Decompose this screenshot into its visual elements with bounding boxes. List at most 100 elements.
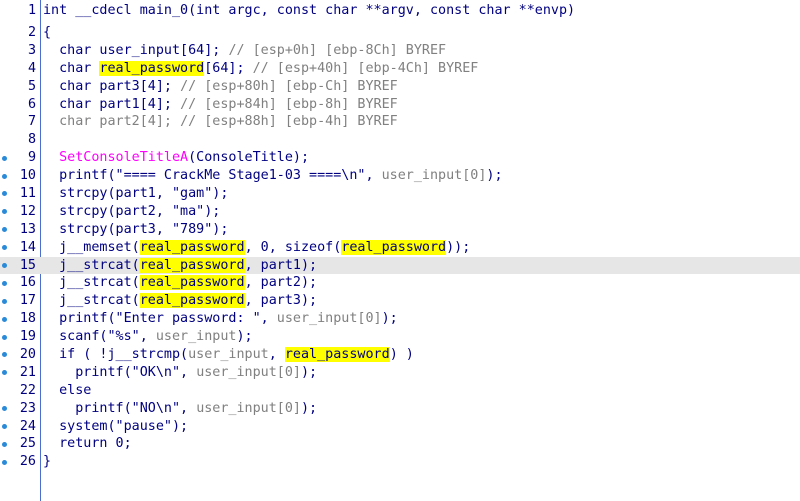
code-text[interactable]: strcpy(part2, "ma"); bbox=[43, 203, 220, 221]
code-token: printf("==== CrackMe Stage1-03 ====\n", bbox=[43, 168, 382, 184]
code-text[interactable]: int __cdecl main_0(int argc, const char … bbox=[43, 0, 575, 22]
code-line[interactable]: 7 char part2[4]; // [esp+88h] [ebp-4h] B… bbox=[0, 113, 800, 131]
line-number: 1 bbox=[27, 3, 36, 18]
code-token: user_input bbox=[188, 347, 269, 363]
code-text[interactable]: char user_input[64]; // [esp+0h] [ebp-8C… bbox=[43, 42, 446, 60]
code-token: , 0, sizeof( bbox=[244, 239, 342, 255]
code-text[interactable]: char part1[4]; // [esp+84h] [ebp-8h] BYR… bbox=[43, 96, 398, 114]
code-line[interactable]: 4 char real_password[64]; // [esp+40h] [… bbox=[0, 60, 800, 78]
code-text[interactable]: strcpy(part3, "789"); bbox=[43, 221, 228, 239]
code-token: ); bbox=[301, 400, 318, 416]
code-token: char part1[4]; bbox=[43, 96, 181, 112]
code-text[interactable]: char part3[4]; // [esp+80h] [ebp-Ch] BYR… bbox=[43, 78, 398, 96]
code-line[interactable]: 19 scanf("%s", user_input); bbox=[0, 328, 800, 346]
code-line[interactable]: 25 return 0; bbox=[0, 435, 800, 453]
code-line[interactable]: 2{ bbox=[0, 24, 800, 42]
code-line[interactable]: 6 char part1[4]; // [esp+84h] [ebp-8h] B… bbox=[0, 96, 800, 114]
code-token: printf("OK\n", bbox=[43, 364, 197, 380]
code-token: else bbox=[43, 382, 92, 398]
line-number: 24 bbox=[19, 418, 36, 434]
line-number: 3 bbox=[27, 42, 36, 58]
breakpoint-marker-icon[interactable] bbox=[2, 459, 7, 465]
code-token: if ( !j__strcmp( bbox=[43, 347, 189, 363]
code-line[interactable]: 17 j__strcat(real_password, part3); bbox=[0, 292, 800, 310]
code-line[interactable]: 9 SetConsoleTitleA(ConsoleTitle); bbox=[0, 149, 800, 167]
line-number: 23 bbox=[19, 400, 36, 416]
code-line[interactable]: 14 j__memset(real_password, 0, sizeof(re… bbox=[0, 239, 800, 257]
line-number: 13 bbox=[19, 221, 36, 237]
code-text[interactable]: printf("NO\n", user_input[0]); bbox=[43, 400, 317, 418]
code-line[interactable]: 5 char part3[4]; // [esp+80h] [ebp-Ch] B… bbox=[0, 78, 800, 96]
line-number: 18 bbox=[19, 311, 36, 327]
breakpoint-marker-icon[interactable] bbox=[2, 441, 7, 447]
line-number: 8 bbox=[27, 132, 36, 148]
code-text[interactable]: j__strcat(real_password, part1); bbox=[43, 257, 317, 275]
code-token: j__strcat( bbox=[43, 293, 140, 309]
code-text[interactable]: scanf("%s", user_input); bbox=[43, 328, 253, 346]
code-line[interactable]: 26} bbox=[0, 453, 800, 471]
code-token: , part3); bbox=[244, 293, 318, 309]
code-line[interactable]: 1 int __cdecl main_0(int argc, const char… bbox=[0, 0, 800, 24]
code-text[interactable]: else bbox=[43, 382, 91, 400]
code-line[interactable]: 8 bbox=[0, 131, 800, 149]
code-text[interactable]: SetConsoleTitleA(ConsoleTitle); bbox=[43, 149, 309, 167]
code-line[interactable]: 21 printf("OK\n", user_input[0]); bbox=[0, 364, 800, 382]
breakpoint-marker-icon[interactable] bbox=[2, 352, 7, 358]
code-line[interactable]: 13 strcpy(part3, "789"); bbox=[0, 221, 800, 239]
line-number: 16 bbox=[19, 275, 36, 291]
code-token: user_input bbox=[155, 329, 237, 345]
code-line[interactable]: 15 j__strcat(real_password, part1); bbox=[0, 256, 800, 275]
code-line[interactable]: 20 if ( !j__strcmp(user_input, real_pass… bbox=[0, 346, 800, 364]
code-text[interactable]: j__memset(real_password, 0, sizeof(real_… bbox=[43, 239, 470, 257]
code-comment: // [esp+80h] [ebp-Ch] BYREF bbox=[180, 78, 398, 94]
code-line[interactable]: 22 else bbox=[0, 382, 800, 400]
code-comment: // [esp+84h] [ebp-8h] BYREF bbox=[180, 96, 398, 112]
breakpoint-marker-icon[interactable] bbox=[2, 245, 7, 251]
line-number: 5 bbox=[27, 78, 36, 94]
code-text[interactable]: j__strcat(real_password, part3); bbox=[43, 292, 317, 310]
code-text[interactable]: printf("OK\n", user_input[0]); bbox=[43, 364, 317, 382]
code-text[interactable]: return 0; bbox=[43, 435, 132, 453]
breakpoint-marker-icon[interactable] bbox=[2, 334, 7, 340]
code-text[interactable]: } bbox=[43, 453, 51, 471]
code-text[interactable]: if ( !j__strcmp(user_input, real_passwor… bbox=[43, 346, 414, 364]
code-line[interactable]: 23 printf("NO\n", user_input[0]); bbox=[0, 400, 800, 418]
code-text[interactable]: j__strcat(real_password, part2); bbox=[43, 274, 317, 292]
breakpoint-marker-icon[interactable] bbox=[2, 298, 7, 304]
highlighted-identifier: real_password bbox=[284, 347, 390, 363]
code-text[interactable]: char real_password[64]; // [esp+40h] [eb… bbox=[43, 60, 478, 78]
pseudocode-editor[interactable]: 1 int __cdecl main_0(int argc, const char… bbox=[0, 0, 800, 501]
code-line[interactable]: 11 strcpy(part1, "gam"); bbox=[0, 185, 800, 203]
code-line[interactable]: 24 system("pause"); bbox=[0, 418, 800, 436]
code-text[interactable]: { bbox=[43, 24, 51, 42]
code-comment: // [esp+0h] [ebp-8Ch] BYREF bbox=[228, 42, 447, 58]
breakpoint-marker-icon[interactable] bbox=[2, 316, 7, 322]
code-area[interactable]: 1 int __cdecl main_0(int argc, const char… bbox=[0, 0, 800, 471]
function-name: SetConsoleTitleA bbox=[59, 150, 189, 166]
breakpoint-marker-icon[interactable] bbox=[2, 406, 7, 412]
code-line[interactable]: 16 j__strcat(real_password, part2); bbox=[0, 274, 800, 292]
code-token: user_input[0] bbox=[196, 364, 301, 380]
code-text[interactable]: printf("Enter password: ", user_input[0]… bbox=[43, 310, 398, 328]
breakpoint-marker-icon[interactable] bbox=[2, 370, 7, 376]
code-text[interactable]: strcpy(part1, "gam"); bbox=[43, 185, 228, 203]
breakpoint-marker-icon[interactable] bbox=[2, 280, 7, 286]
breakpoint-marker-icon[interactable] bbox=[2, 155, 7, 161]
code-line[interactable]: 12 strcpy(part2, "ma"); bbox=[0, 203, 800, 221]
code-text[interactable]: system("pause"); bbox=[43, 418, 188, 436]
breakpoint-marker-icon[interactable] bbox=[2, 227, 7, 233]
breakpoint-marker-icon[interactable] bbox=[2, 263, 7, 269]
code-comment: // [esp+88h] [ebp-4h] BYREF bbox=[180, 114, 398, 130]
breakpoint-marker-icon[interactable] bbox=[2, 424, 7, 430]
code-line[interactable]: 3 char user_input[64]; // [esp+0h] [ebp-… bbox=[0, 42, 800, 60]
breakpoint-marker-icon[interactable] bbox=[2, 173, 7, 179]
line-number: 17 bbox=[19, 293, 36, 309]
breakpoint-marker-icon[interactable] bbox=[2, 191, 7, 197]
code-text[interactable]: char part2[4]; // [esp+88h] [ebp-4h] BYR… bbox=[43, 113, 398, 131]
code-line[interactable]: 18 printf("Enter password: ", user_input… bbox=[0, 310, 800, 328]
breakpoint-marker-icon[interactable] bbox=[2, 209, 7, 215]
code-token: ); bbox=[486, 168, 503, 184]
code-text[interactable]: printf("==== CrackMe Stage1-03 ====\n", … bbox=[43, 167, 503, 185]
code-line[interactable]: 10 printf("==== CrackMe Stage1-03 ====\n… bbox=[0, 167, 800, 185]
